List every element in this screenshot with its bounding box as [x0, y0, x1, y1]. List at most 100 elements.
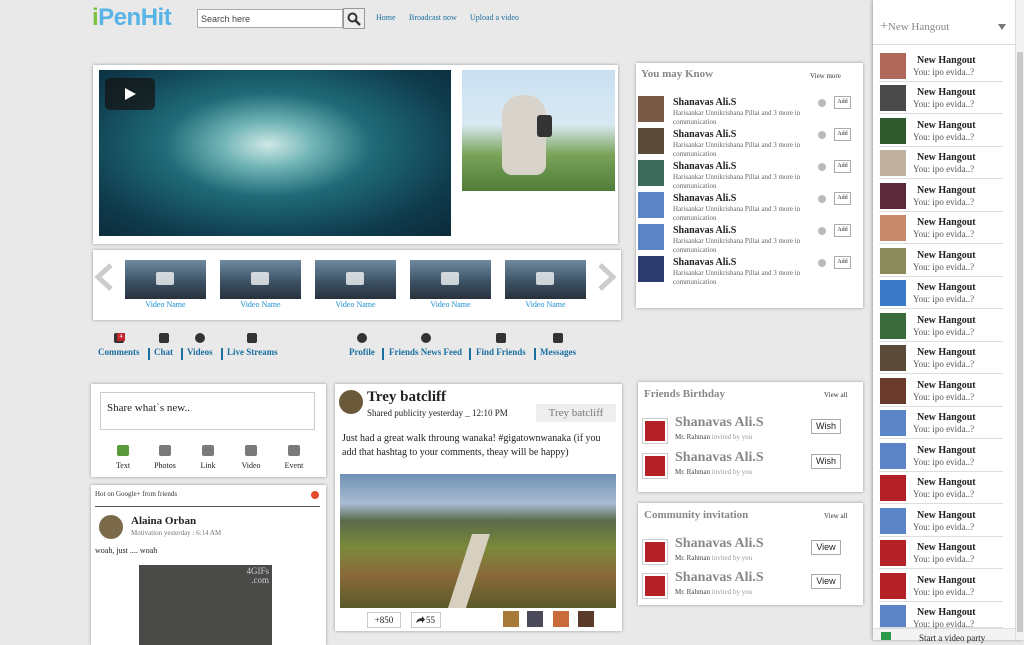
hangout-item[interactable]: New Hangout You: ipo evida..?	[879, 441, 1003, 472]
dismiss-icon[interactable]	[818, 259, 826, 267]
birthday-name[interactable]: Shanavas Ali.S	[675, 415, 764, 431]
hangout-item[interactable]: New Hangout You: ipo evida..?	[879, 571, 1003, 602]
next-arrow-icon[interactable]	[596, 263, 618, 291]
nav-friends-news-feed[interactable]: Friends News Feed	[389, 333, 462, 357]
nav-home[interactable]: Home	[376, 13, 396, 22]
suggestion-name[interactable]: Shanavas Ali.S	[673, 97, 736, 108]
tool-event[interactable]: Event	[274, 445, 314, 470]
site-logo[interactable]: iPenHit	[92, 4, 172, 32]
prev-arrow-icon[interactable]	[93, 263, 115, 291]
add-button[interactable]: Add	[834, 192, 851, 205]
video-thumb[interactable]	[505, 260, 586, 299]
share-button[interactable]: 55	[411, 612, 441, 628]
hangout-item[interactable]: New Hangout You: ipo evida..?	[879, 148, 1003, 179]
add-button[interactable]: Add	[834, 256, 851, 269]
add-button[interactable]: Add	[834, 224, 851, 237]
side-play-button[interactable]	[537, 115, 552, 137]
tool-text[interactable]: Text	[103, 445, 143, 470]
hangout-item[interactable]: New Hangout You: ipo evida..?	[879, 538, 1003, 569]
hangout-item[interactable]: New Hangout You: ipo evida..?	[879, 246, 1003, 277]
dismiss-icon[interactable]	[818, 195, 826, 203]
video-name[interactable]: Video Name	[220, 300, 301, 309]
suggestion-name[interactable]: Shanavas Ali.S	[673, 129, 736, 140]
plus-button[interactable]: +850	[367, 612, 401, 628]
community-name[interactable]: Shanavas Ali.S	[675, 570, 764, 586]
add-button[interactable]: Add	[834, 96, 851, 109]
share-input[interactable]: Share what`s new..	[100, 392, 315, 430]
hangout-item[interactable]: New Hangout You: ipo evida..?	[879, 506, 1003, 537]
tool-video[interactable]: Video	[231, 445, 271, 470]
suggestion-name[interactable]: Shanavas Ali.S	[673, 161, 736, 172]
add-button[interactable]: Add	[834, 128, 851, 141]
dismiss-icon[interactable]	[818, 227, 826, 235]
chevron-down-icon[interactable]	[998, 24, 1006, 30]
post-tag[interactable]: Trey batcliff	[536, 404, 616, 422]
nav-chat[interactable]: Chat	[154, 333, 173, 357]
avatar	[880, 248, 906, 274]
birthday-view-all[interactable]: View all	[824, 391, 848, 399]
google-plus-icon[interactable]	[311, 491, 319, 499]
post-author[interactable]: Trey batcliff	[367, 389, 446, 406]
dismiss-icon[interactable]	[818, 99, 826, 107]
hot-author[interactable]: Alaina Orban	[131, 515, 196, 527]
tool-link[interactable]: Link	[188, 445, 228, 470]
video-thumb[interactable]	[410, 260, 491, 299]
community-name[interactable]: Shanavas Ali.S	[675, 536, 764, 552]
wish-button[interactable]: Wish	[811, 454, 841, 469]
dismiss-icon[interactable]	[818, 131, 826, 139]
hangout-item[interactable]: New Hangout You: ipo evida..?	[879, 51, 1003, 82]
avatar	[880, 183, 906, 209]
avatar	[880, 508, 906, 534]
side-video[interactable]	[462, 70, 615, 191]
tool-photos[interactable]: Photos	[145, 445, 185, 470]
post-image[interactable]	[340, 474, 616, 608]
hangout-item[interactable]: New Hangout You: ipo evida..?	[879, 116, 1003, 147]
view-more-link[interactable]: View more	[810, 72, 841, 80]
hangout-item[interactable]: New Hangout You: ipo evida..?	[879, 83, 1003, 114]
nav-videos[interactable]: Videos	[187, 333, 213, 357]
add-button[interactable]: Add	[834, 160, 851, 173]
video-thumb[interactable]	[125, 260, 206, 299]
dismiss-icon[interactable]	[818, 163, 826, 171]
hangout-item[interactable]: New Hangout You: ipo evida..?	[879, 311, 1003, 342]
hangout-item[interactable]: New Hangout You: ipo evida..?	[879, 278, 1003, 309]
play-icon	[125, 88, 136, 100]
new-hangout-header[interactable]: +New Hangout	[880, 19, 949, 35]
nav-upload[interactable]: Upload a video	[470, 13, 519, 22]
video-name[interactable]: Video Name	[410, 300, 491, 309]
suggestion-name[interactable]: Shanavas Ali.S	[673, 257, 736, 268]
hangout-item[interactable]: New Hangout You: ipo evida..?	[879, 213, 1003, 244]
hot-gif[interactable]: 4GIFs .com	[139, 565, 272, 645]
view-button[interactable]: View	[811, 540, 841, 555]
video-thumb[interactable]	[220, 260, 301, 299]
suggestion-name[interactable]: Shanavas Ali.S	[673, 225, 736, 236]
hangout-item[interactable]: New Hangout You: ipo evida..?	[879, 181, 1003, 212]
main-video[interactable]	[99, 70, 451, 236]
video-name[interactable]: Video Name	[315, 300, 396, 309]
view-button[interactable]: View	[811, 574, 841, 589]
play-button[interactable]	[105, 78, 155, 110]
hangout-item[interactable]: New Hangout You: ipo evida..?	[879, 376, 1003, 407]
community-view-all[interactable]: View all	[824, 512, 848, 520]
nav-find-friends[interactable]: Find Friends	[476, 333, 526, 357]
nav-broadcast[interactable]: Broadcast now	[409, 13, 457, 22]
suggestion-name[interactable]: Shanavas Ali.S	[673, 193, 736, 204]
scrollbar[interactable]	[1015, 0, 1024, 640]
wish-button[interactable]: Wish	[811, 419, 841, 434]
search-button[interactable]	[343, 8, 365, 29]
video-name[interactable]: Video Name	[125, 300, 206, 309]
birthday-name[interactable]: Shanavas Ali.S	[675, 450, 764, 466]
hangout-item[interactable]: New Hangout You: ipo evida..?	[879, 603, 1003, 629]
hangout-item[interactable]: New Hangout You: ipo evida..?	[879, 408, 1003, 439]
nav-profile[interactable]: Profile	[349, 333, 375, 357]
community-row: Shanavas Ali.S Mr. Rahman invited by you V…	[642, 536, 862, 574]
video-player-card	[93, 65, 618, 244]
nav-messages[interactable]: Messages	[540, 333, 576, 357]
search-input[interactable]: Search here	[197, 9, 343, 28]
video-name[interactable]: Video Name	[505, 300, 586, 309]
nav-live-streams[interactable]: Live Streams	[227, 333, 278, 357]
video-party-bar[interactable]: Start a video party	[873, 628, 1015, 643]
hangout-item[interactable]: New Hangout You: ipo evida..?	[879, 343, 1003, 374]
video-thumb[interactable]	[315, 260, 396, 299]
hangout-item[interactable]: New Hangout You: ipo evida..?	[879, 473, 1003, 504]
